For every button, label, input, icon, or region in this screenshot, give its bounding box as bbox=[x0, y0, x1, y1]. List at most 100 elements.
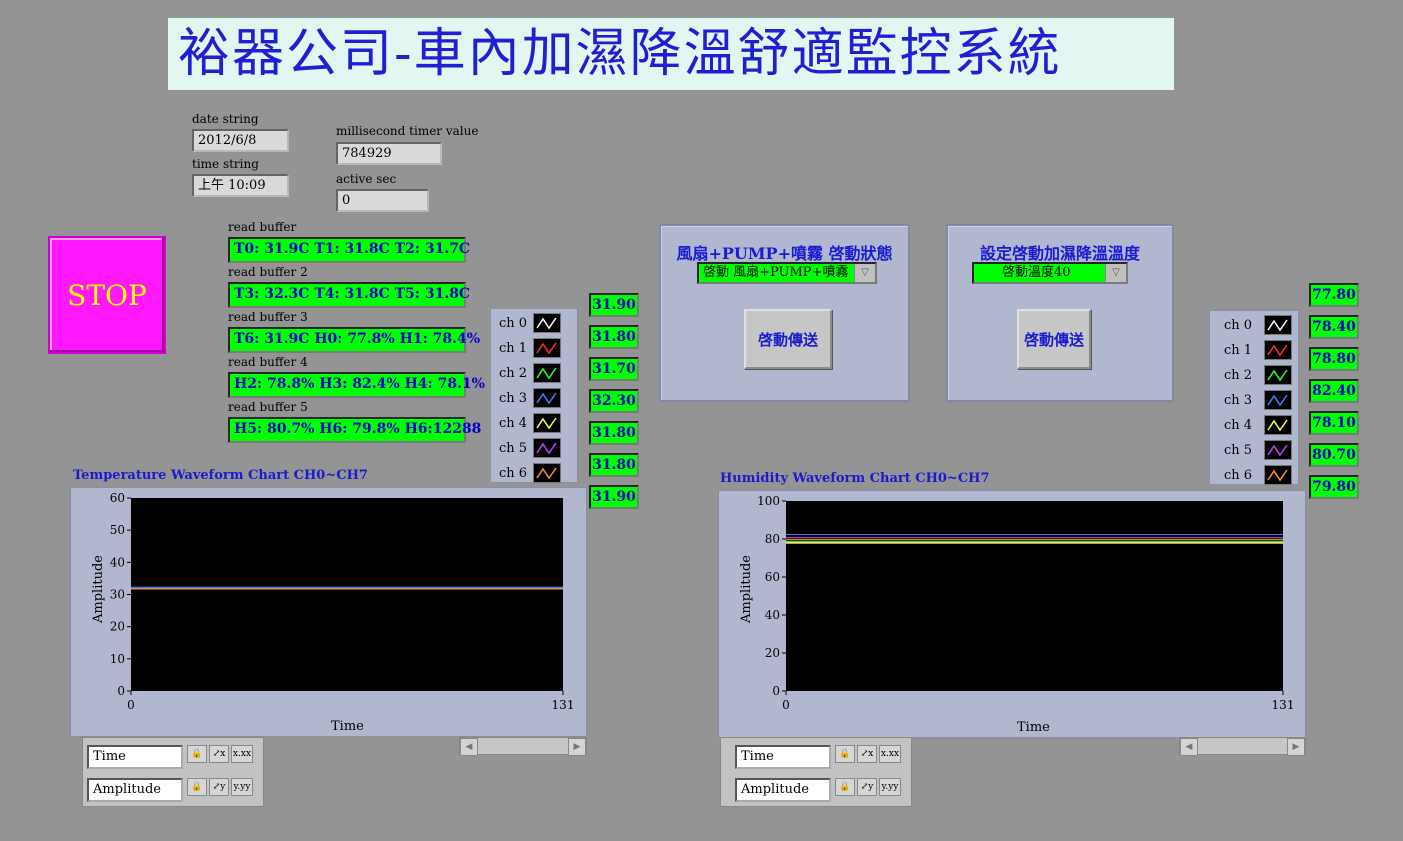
legend-row[interactable]: ch 3 bbox=[1210, 388, 1298, 413]
swatch-line bbox=[1267, 469, 1288, 482]
legend-swatch-icon bbox=[533, 338, 561, 358]
legend-row[interactable]: ch 2 bbox=[1210, 363, 1298, 388]
swatch-line bbox=[1267, 369, 1288, 382]
temp-waveform-chart: 0 10 20 30 40 50 60 0 131 bbox=[110, 491, 575, 712]
legend-row[interactable]: ch 1 bbox=[1210, 338, 1298, 363]
temp-send-button[interactable]: 啓動傳送 bbox=[1017, 309, 1091, 369]
autoscale-x-icon[interactable]: ⤢x bbox=[857, 745, 877, 763]
hum-chart-legend[interactable]: ch 0 ch 1 ch 2 ch 3 ch 4 ch 5 ch 6 bbox=[1209, 310, 1299, 485]
x-tick-label: 0 bbox=[127, 698, 135, 712]
lock-icon[interactable]: 🔒 bbox=[835, 745, 855, 763]
hum-chart-scrollbar[interactable]: ◀ ▶ bbox=[1179, 737, 1306, 756]
y-tick-label: 20 bbox=[765, 646, 780, 660]
legend-label: ch 6 bbox=[499, 466, 528, 481]
legend-swatch-icon bbox=[1264, 365, 1292, 385]
format-y-icon[interactable]: y.yy bbox=[231, 778, 253, 796]
legend-row[interactable]: ch 5 bbox=[1210, 438, 1298, 463]
y-scale-name[interactable]: Amplitude bbox=[87, 778, 183, 802]
lock-icon[interactable]: 🔒 bbox=[187, 778, 207, 796]
y-tick-label: 60 bbox=[765, 570, 780, 584]
read-buffer-1: T0: 31.9C T1: 31.8C T2: 31.7C bbox=[228, 237, 470, 263]
temp-ch0-value: 31.90 bbox=[589, 293, 639, 317]
hum-chart-frame: 0 20 40 60 80 100 0 131 Time Amplitude bbox=[718, 490, 1306, 738]
legend-row[interactable]: ch 5 bbox=[491, 436, 577, 461]
y-scale-name[interactable]: Amplitude bbox=[735, 778, 831, 802]
temp-chart-legend[interactable]: ch 0 ch 1 ch 2 ch 3 ch 4 ch 5 ch 6 bbox=[490, 308, 578, 483]
temp-ch5-value: 31.80 bbox=[589, 453, 639, 477]
autoscale-y-icon[interactable]: ⤢y bbox=[209, 778, 229, 796]
legend-row[interactable]: ch 6 bbox=[1210, 463, 1298, 488]
x-scale-name[interactable]: Time bbox=[87, 745, 183, 769]
swatch-line bbox=[1267, 444, 1288, 457]
lock-icon[interactable]: 🔒 bbox=[187, 745, 207, 763]
hum-ch2-value: 78.80 bbox=[1309, 347, 1359, 371]
legend-row[interactable]: ch 3 bbox=[491, 386, 577, 411]
format-y-icon[interactable]: y.yy bbox=[879, 778, 901, 796]
temp-setpoint-title: 設定啓動加濕降溫溫度 bbox=[979, 244, 1140, 263]
page-title: 裕器公司-車內加濕降溫舒適監控系統 bbox=[178, 24, 1062, 84]
y-tick-label: 20 bbox=[110, 620, 125, 634]
swatch-line bbox=[536, 417, 557, 430]
temp-setpoint-panel: 設定啓動加濕降溫溫度 啓動溫度40 ▽ 啓動傳送 bbox=[946, 224, 1174, 402]
format-x-icon[interactable]: x.xx bbox=[231, 745, 253, 763]
hum-ch4-value: 78.10 bbox=[1309, 411, 1359, 435]
format-x-icon[interactable]: x.xx bbox=[879, 745, 901, 763]
temp-ch4-value: 31.80 bbox=[589, 421, 639, 445]
scroll-right-icon[interactable]: ▶ bbox=[568, 738, 586, 756]
ms-timer-label: millisecond timer value bbox=[336, 124, 479, 138]
read-buffer-4-label: read buffer 4 bbox=[228, 355, 308, 369]
legend-swatch-icon bbox=[1264, 390, 1292, 410]
scroll-right-icon[interactable]: ▶ bbox=[1287, 738, 1305, 756]
legend-row[interactable]: ch 0 bbox=[1210, 313, 1298, 338]
date-label: date string bbox=[192, 112, 259, 126]
y-axis-label: Amplitude bbox=[91, 555, 106, 623]
hum-ch6-value: 79.80 bbox=[1309, 475, 1359, 499]
y-tick-label: 30 bbox=[110, 588, 125, 602]
plot-area bbox=[786, 501, 1283, 691]
legend-row[interactable]: ch 0 bbox=[491, 311, 577, 336]
legend-label: ch 6 bbox=[1224, 468, 1253, 483]
x-axis-label: Time bbox=[1017, 720, 1050, 735]
legend-swatch-icon bbox=[1264, 340, 1292, 360]
legend-row[interactable]: ch 6 bbox=[491, 461, 577, 486]
hum-ch3-value: 82.40 bbox=[1309, 379, 1359, 403]
swatch-line bbox=[1267, 319, 1288, 332]
hum-chart-title: Humidity Waveform Chart CH0~CH7 bbox=[720, 471, 990, 486]
x-tick-label: 131 bbox=[1272, 698, 1295, 712]
scroll-left-icon[interactable]: ◀ bbox=[460, 738, 478, 756]
read-buffer-label: read buffer bbox=[228, 220, 297, 234]
legend-row[interactable]: ch 2 bbox=[491, 361, 577, 386]
legend-row[interactable]: ch 1 bbox=[491, 336, 577, 361]
lock-icon[interactable]: 🔒 bbox=[835, 778, 855, 796]
autoscale-x-icon[interactable]: ⤢x bbox=[209, 745, 229, 763]
legend-label: ch 5 bbox=[499, 441, 528, 456]
legend-row[interactable]: ch 4 bbox=[491, 411, 577, 436]
fan-send-button[interactable]: 啓動傳送 bbox=[744, 309, 832, 369]
temp-setpoint-ring[interactable]: 啓動溫度40 ▽ bbox=[972, 262, 1128, 284]
legend-label: ch 0 bbox=[1224, 318, 1253, 333]
fan-status-selected: 啓動 風扇+PUMP+噴霧 bbox=[703, 265, 849, 280]
legend-label: ch 3 bbox=[1224, 393, 1253, 408]
legend-label: ch 0 bbox=[499, 316, 528, 331]
legend-label: ch 4 bbox=[1224, 418, 1253, 433]
swatch-line bbox=[536, 467, 557, 480]
legend-swatch-icon bbox=[533, 388, 561, 408]
dropdown-arrow-icon[interactable]: ▽ bbox=[854, 264, 875, 282]
stop-button[interactable]: STOP bbox=[48, 236, 166, 354]
temp-chart-scrollbar[interactable]: ◀ ▶ bbox=[459, 737, 587, 756]
time-label: time string bbox=[192, 157, 259, 171]
x-scale-name[interactable]: Time bbox=[735, 745, 831, 769]
autoscale-y-icon[interactable]: ⤢y bbox=[857, 778, 877, 796]
legend-swatch-icon bbox=[1264, 440, 1292, 460]
y-tick-label: 0 bbox=[117, 684, 125, 698]
legend-label: ch 1 bbox=[1224, 343, 1253, 358]
swatch-line bbox=[536, 342, 557, 355]
dropdown-arrow-icon[interactable]: ▽ bbox=[1105, 264, 1126, 282]
legend-swatch-icon bbox=[533, 438, 561, 458]
scroll-left-icon[interactable]: ◀ bbox=[1180, 738, 1198, 756]
x-tick-label: 0 bbox=[782, 698, 790, 712]
read-buffer-2-label: read buffer 2 bbox=[228, 265, 308, 279]
legend-swatch-icon bbox=[1264, 465, 1292, 485]
legend-row[interactable]: ch 4 bbox=[1210, 413, 1298, 438]
fan-status-ring[interactable]: 啓動 風扇+PUMP+噴霧 ▽ bbox=[697, 262, 877, 284]
